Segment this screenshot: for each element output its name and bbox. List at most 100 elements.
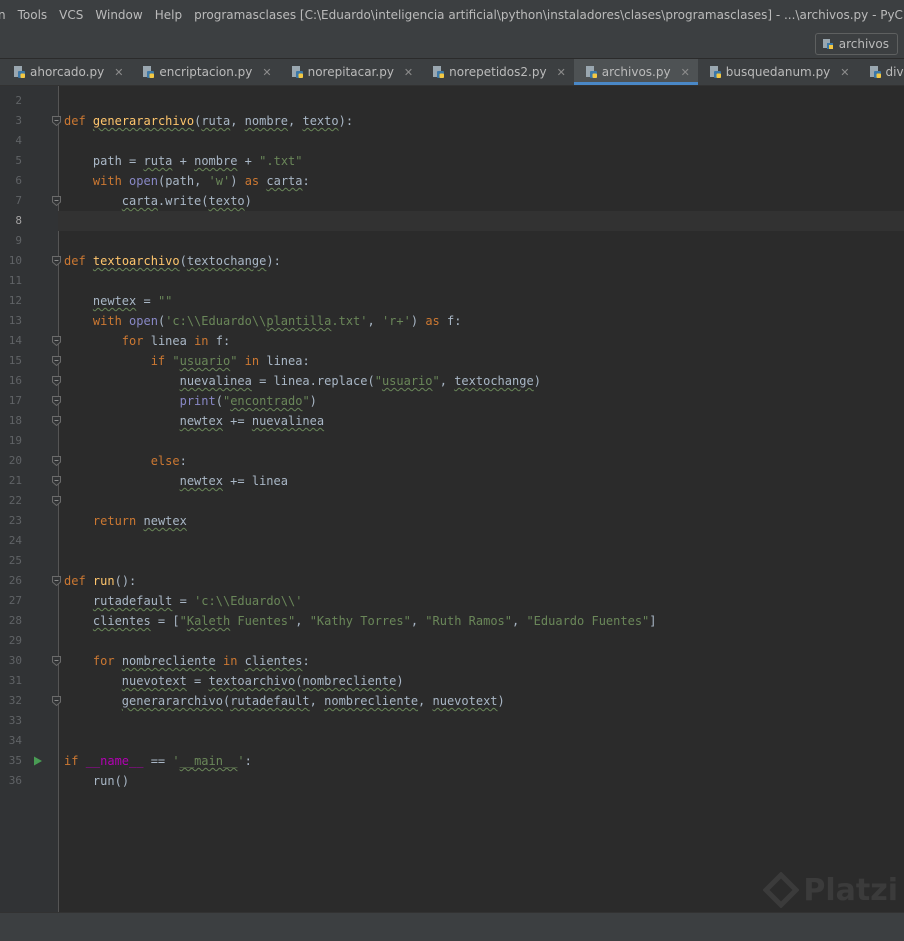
code-line[interactable]: 10def textoarchivo(textochange): xyxy=(0,251,904,271)
code-line[interactable]: 22 xyxy=(0,491,904,511)
fold-marker-icon[interactable] xyxy=(52,256,61,266)
code-line[interactable]: 28 clientes = ["Kaleth Fuentes", "Kathy … xyxy=(0,611,904,631)
line-number: 13 xyxy=(0,311,22,331)
fold-marker-icon[interactable] xyxy=(52,396,61,406)
menu-item-vcs[interactable]: VCS xyxy=(53,8,89,22)
code-line[interactable] xyxy=(0,791,904,811)
code-line[interactable]: 25 xyxy=(0,551,904,571)
code-line[interactable]: 9 xyxy=(0,231,904,251)
code-line[interactable]: 35if __name__ == '__main__': xyxy=(0,751,904,771)
code-line[interactable]: 29 xyxy=(0,631,904,651)
code-line[interactable]: 2 xyxy=(0,91,904,111)
line-number: 36 xyxy=(0,771,22,791)
python-file-icon xyxy=(708,65,722,79)
code-line[interactable]: 18 newtex += nuevalinea xyxy=(0,411,904,431)
code-line[interactable]: 24 xyxy=(0,531,904,551)
fold-marker-icon[interactable] xyxy=(52,356,61,366)
fold-marker-icon[interactable] xyxy=(52,336,61,346)
code-line[interactable]: 19 xyxy=(0,431,904,451)
python-file-icon xyxy=(290,65,304,79)
code-line[interactable]: 34 xyxy=(0,731,904,751)
line-number: 6 xyxy=(0,171,22,191)
fold-marker-icon[interactable] xyxy=(52,696,61,706)
code-editor[interactable]: 23def generararchivo(ruta, nombre, texto… xyxy=(0,86,904,912)
code-text: if "usuario" in linea: xyxy=(64,351,310,371)
tab-busquedanum[interactable]: busquedanum.py ✕ xyxy=(698,59,858,85)
fold-marker-icon[interactable] xyxy=(52,196,61,206)
menu-item-run[interactable]: n xyxy=(0,8,12,22)
line-number: 17 xyxy=(0,391,22,411)
line-number: 34 xyxy=(0,731,22,751)
code-line[interactable]: 3def generararchivo(ruta, nombre, texto)… xyxy=(0,111,904,131)
tab-norepetidos2[interactable]: norepetidos2.py ✕ xyxy=(421,59,574,85)
code-line[interactable]: 27 rutadefault = 'c:\\Eduardo\\' xyxy=(0,591,904,611)
platzi-watermark: Platzi xyxy=(763,872,898,908)
line-number: 4 xyxy=(0,131,22,151)
code-line[interactable]: 36 run() xyxy=(0,771,904,791)
menu-item-window[interactable]: Window xyxy=(89,8,148,22)
close-icon[interactable]: ✕ xyxy=(681,66,690,79)
code-line[interactable]: 32 generararchivo(rutadefault, nombrecli… xyxy=(0,691,904,711)
code-line[interactable]: 16 nuevalinea = linea.replace("usuario",… xyxy=(0,371,904,391)
fold-marker-icon[interactable] xyxy=(52,376,61,386)
code-line[interactable]: 6 with open(path, 'w') as carta: xyxy=(0,171,904,191)
code-line[interactable]: 8 xyxy=(0,211,904,231)
code-line[interactable]: 5 path = ruta + nombre + ".txt" xyxy=(0,151,904,171)
code-line[interactable]: 11 xyxy=(0,271,904,291)
fold-marker-icon[interactable] xyxy=(52,496,61,506)
line-number: 26 xyxy=(0,571,22,591)
code-lines[interactable]: 23def generararchivo(ruta, nombre, texto… xyxy=(0,91,904,811)
code-text: newtex += linea xyxy=(64,471,288,491)
code-line[interactable]: 31 nuevotext = textoarchivo(nombreclient… xyxy=(0,671,904,691)
line-number: 8 xyxy=(0,211,22,231)
fold-marker-icon[interactable] xyxy=(52,116,61,126)
line-number: 23 xyxy=(0,511,22,531)
line-number: 11 xyxy=(0,271,22,291)
run-configuration-selector[interactable]: archivos xyxy=(815,33,898,55)
line-number: 24 xyxy=(0,531,22,551)
menu-item-help[interactable]: Help xyxy=(149,8,188,22)
code-line[interactable]: 14 for linea in f: xyxy=(0,331,904,351)
code-line[interactable]: 30 for nombrecliente in clientes: xyxy=(0,651,904,671)
tab-archivos[interactable]: archivos.py ✕ xyxy=(574,59,698,85)
line-number: 12 xyxy=(0,291,22,311)
code-text: def textoarchivo(textochange): xyxy=(64,251,281,271)
tab-ahorcado[interactable]: ahorcado.py ✕ xyxy=(0,59,131,85)
close-icon[interactable]: ✕ xyxy=(262,66,271,79)
line-number: 16 xyxy=(0,371,22,391)
window-title: programasclases [C:\Eduardo\inteligencia… xyxy=(188,8,904,22)
code-line[interactable]: 17 print("encontrado") xyxy=(0,391,904,411)
close-icon[interactable]: ✕ xyxy=(840,66,849,79)
line-number: 14 xyxy=(0,331,22,351)
line-number: 29 xyxy=(0,631,22,651)
code-line[interactable]: 23 return newtex xyxy=(0,511,904,531)
run-icon[interactable] xyxy=(33,756,43,766)
python-file-icon xyxy=(822,38,834,50)
fold-marker-icon[interactable] xyxy=(52,476,61,486)
fold-marker-icon[interactable] xyxy=(52,576,61,586)
code-line[interactable]: 15 if "usuario" in linea: xyxy=(0,351,904,371)
close-icon[interactable]: ✕ xyxy=(557,66,566,79)
tab-norepitacar[interactable]: norepitacar.py ✕ xyxy=(280,59,422,85)
code-line[interactable]: 26def run(): xyxy=(0,571,904,591)
line-number: 20 xyxy=(0,451,22,471)
code-line[interactable]: 12 newtex = "" xyxy=(0,291,904,311)
code-line[interactable]: 13 with open('c:\\Eduardo\\plantilla.txt… xyxy=(0,311,904,331)
fold-marker-icon[interactable] xyxy=(52,456,61,466)
python-file-icon xyxy=(12,65,26,79)
code-line[interactable]: 20 else: xyxy=(0,451,904,471)
close-icon[interactable]: ✕ xyxy=(114,66,123,79)
code-line[interactable]: 7 carta.write(texto) xyxy=(0,191,904,211)
close-icon[interactable]: ✕ xyxy=(404,66,413,79)
fold-marker-icon[interactable] xyxy=(52,416,61,426)
code-line[interactable]: 4 xyxy=(0,131,904,151)
code-line[interactable]: 33 xyxy=(0,711,904,731)
tab-divisas[interactable]: divisas.py ✕ xyxy=(858,59,904,85)
line-number: 9 xyxy=(0,231,22,251)
code-line[interactable]: 21 newtex += linea xyxy=(0,471,904,491)
menu-item-tools[interactable]: Tools xyxy=(12,8,54,22)
tab-encriptacion[interactable]: encriptacion.py ✕ xyxy=(131,59,279,85)
editor-tabs: ahorcado.py ✕ encriptacion.py ✕ norepita… xyxy=(0,59,904,86)
line-number: 18 xyxy=(0,411,22,431)
fold-marker-icon[interactable] xyxy=(52,656,61,666)
